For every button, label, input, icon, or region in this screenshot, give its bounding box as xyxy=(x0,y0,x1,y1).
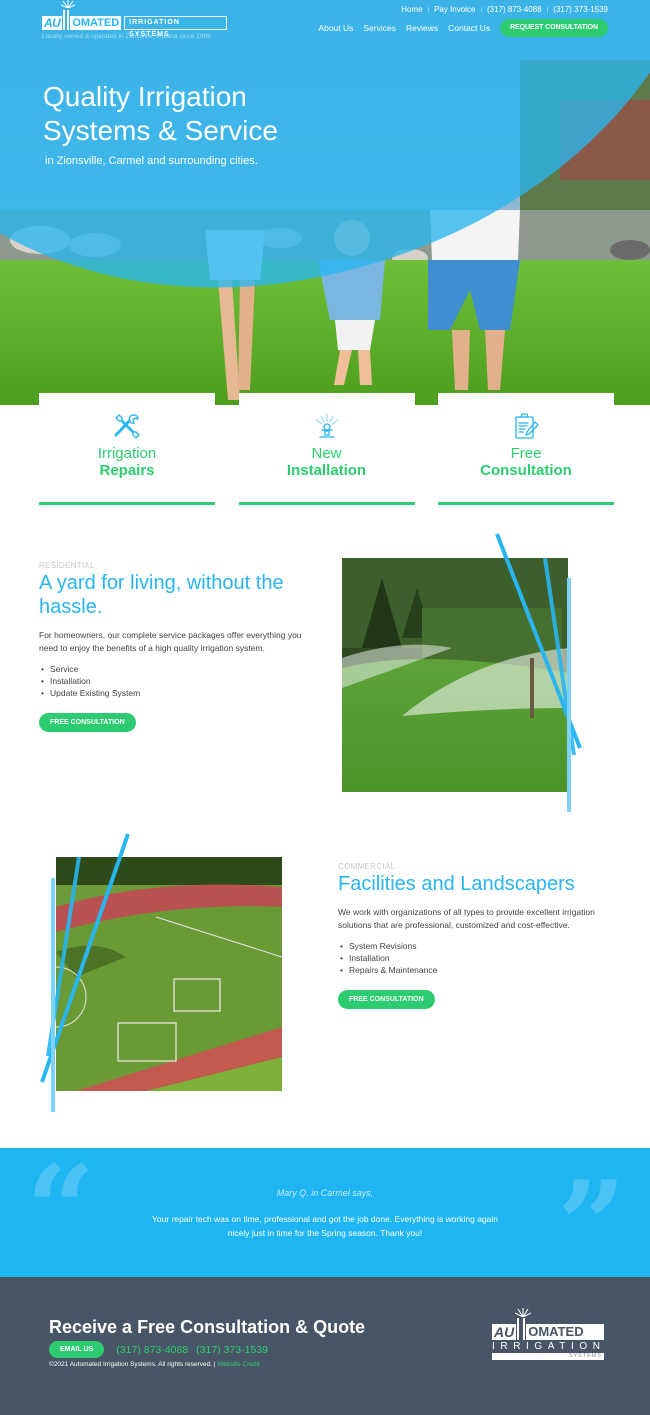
copyright-text: ©2021 Automated Irrigation Systems. All … xyxy=(49,1361,218,1368)
residential-body: For homeowners, our complete service pac… xyxy=(39,630,302,653)
hero-title-line-1: Quality Irrigation xyxy=(43,81,247,112)
footer-logo-omated: OMATED xyxy=(526,1324,604,1340)
open-quote-icon: “ xyxy=(26,1148,96,1277)
commercial-body: We work with organizations of all types … xyxy=(338,907,595,930)
nav-separator: | xyxy=(427,6,430,13)
close-quote-icon: ” xyxy=(556,1155,626,1278)
card-line-2: Consultation xyxy=(480,462,572,479)
footer-title: Receive a Free Consultation & Quote xyxy=(49,1317,366,1337)
list-item: Update Existing System xyxy=(39,687,314,699)
footer: Receive a Free Consultation & Quote EMAI… xyxy=(0,1277,650,1415)
nav-pay-invoice-link[interactable]: Pay Invoice xyxy=(434,5,475,14)
logo-text-irrigation-systems: IRRIGATION SYSTEMS xyxy=(124,16,227,38)
list-item: Repairs & Maintenance xyxy=(338,964,598,976)
list-item: System Revisions xyxy=(338,940,598,952)
card-new-installation[interactable]: New Installation xyxy=(238,393,415,505)
nav-services[interactable]: Services xyxy=(363,23,396,33)
testimonial-quote: Your repair tech was on time, profession… xyxy=(151,1214,499,1238)
sprinkler-icon xyxy=(314,413,339,438)
commercial-title: Facilities and Landscapers xyxy=(338,873,575,895)
list-item: Installation xyxy=(39,675,314,687)
list-item: Installation xyxy=(338,952,598,964)
footer-logo-systems: SYSTEMS xyxy=(492,1353,604,1360)
commercial-list: System Revisions Installation Repairs & … xyxy=(338,940,598,976)
card-line-1: Free xyxy=(510,445,542,462)
hero-subtitle: in Zionsville, Carmel and surrounding ci… xyxy=(45,155,258,167)
footer-logo-sprinkler-icon xyxy=(515,1308,532,1340)
logo-tagline: Locally owned & operated in Zionsville, … xyxy=(42,33,211,40)
hero-title: Quality Irrigation Systems & Service xyxy=(43,80,278,148)
residential-section: RESIDENTIAL A yard for living, without t… xyxy=(39,561,314,732)
service-cards: Irrigation Repairs New Installation Free… xyxy=(39,393,614,505)
utility-nav: Home | Pay Invoice | (317) 873-4088 | (3… xyxy=(401,5,608,14)
footer-copyright: ©2021 Automated Irrigation Systems. All … xyxy=(49,1361,260,1368)
tools-icon xyxy=(114,414,140,439)
nav-phone-2-link[interactable]: (317) 373-1539 xyxy=(553,5,608,14)
card-line-1: New xyxy=(311,445,342,462)
nav-separator: | xyxy=(480,6,482,13)
commercial-soccer-field-photo xyxy=(56,857,282,1091)
nav-phone-1-link[interactable]: (317) 873-4088 xyxy=(487,5,542,14)
footer-logo-au: AU xyxy=(492,1324,517,1340)
site-logo[interactable]: AU OMATED IRRIGATION SYSTEMS Locally own… xyxy=(42,0,227,40)
footer-phone-2-link[interactable]: (317) 373-1539 xyxy=(196,1344,268,1356)
nav-separator: | xyxy=(546,6,549,13)
logo-text-omated: OMATED xyxy=(70,16,122,30)
clipboard-icon xyxy=(515,413,539,439)
commercial-eyebrow: COMMERCIAL xyxy=(338,862,396,871)
nav-contact-us[interactable]: Contact Us xyxy=(448,23,490,33)
email-us-button[interactable]: EMAIL US xyxy=(49,1341,105,1358)
footer-logo[interactable]: AU OMATED IRRIGATION SYSTEMS xyxy=(492,1308,606,1360)
residential-eyebrow: RESIDENTIAL xyxy=(39,561,95,570)
nav-about-us[interactable]: About Us xyxy=(318,23,353,33)
website-credit-link[interactable]: Website Credit xyxy=(217,1361,260,1368)
request-consultation-button[interactable]: REQUEST CONSULTATION xyxy=(500,19,608,37)
nav-home-link[interactable]: Home xyxy=(401,5,422,14)
commercial-section: COMMERCIAL Facilities and Landscapers We… xyxy=(338,862,598,1009)
hero-section: AU OMATED IRRIGATION SYSTEMS Locally own… xyxy=(0,0,650,405)
card-free-consultation[interactable]: Free Consultation xyxy=(438,393,614,505)
card-irrigation-repairs[interactable]: Irrigation Repairs xyxy=(39,393,215,505)
footer-phone-1-link[interactable]: (317) 873-4088 xyxy=(116,1344,188,1356)
card-line-2: Installation xyxy=(286,462,367,479)
hero-title-line-2: Systems & Service xyxy=(43,115,278,146)
footer-logo-irrigation: IRRIGATION xyxy=(492,1341,606,1352)
testimonial-section: “ ” Mary Q. in Carmel says, Your repair … xyxy=(0,1148,650,1277)
logo-text-au: AU xyxy=(42,16,63,30)
residential-sprinkler-photo xyxy=(342,558,568,792)
list-item: Service xyxy=(39,663,314,675)
commercial-free-consultation-button[interactable]: FREE CONSULTATION xyxy=(338,990,435,1009)
card-line-2: Repairs xyxy=(99,462,155,479)
nav-reviews[interactable]: Reviews xyxy=(406,23,438,33)
card-line-1: Irrigation xyxy=(97,445,157,462)
residential-free-consultation-button[interactable]: FREE CONSULTATION xyxy=(39,713,136,732)
residential-title: A yard for living, without the hassle. xyxy=(39,572,284,618)
main-nav: About Us Services Reviews Contact Us REQ… xyxy=(308,19,608,37)
residential-list: Service Installation Update Existing Sys… xyxy=(39,663,314,699)
footer-contact-row: EMAIL US (317) 873-4088 (317) 373-1539 xyxy=(49,1341,268,1358)
logo-sprinkler-icon xyxy=(61,0,76,30)
testimonial-author: Mary Q. in Carmel says, xyxy=(276,1188,374,1198)
